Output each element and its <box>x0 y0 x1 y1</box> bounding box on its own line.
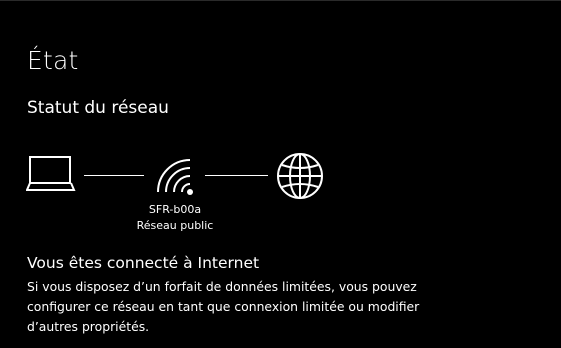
network-name: SFR-b00a <box>148 203 202 216</box>
laptop-icon <box>26 156 76 191</box>
globe-icon <box>277 153 323 199</box>
section-title: Statut du réseau <box>27 98 169 118</box>
connection-status-heading: Vous êtes connecté à Internet <box>27 254 260 272</box>
network-diagram: SFR-b00a Réseau public <box>0 140 561 250</box>
wifi-icon <box>157 159 193 195</box>
connection-status-description: Si vous disposez d’un forfait de données… <box>27 279 420 334</box>
top-divider <box>0 0 561 1</box>
page-title: État <box>27 46 79 75</box>
network-type: Réseau public <box>136 219 214 232</box>
connection-line <box>84 175 144 176</box>
connection-line <box>205 175 268 176</box>
